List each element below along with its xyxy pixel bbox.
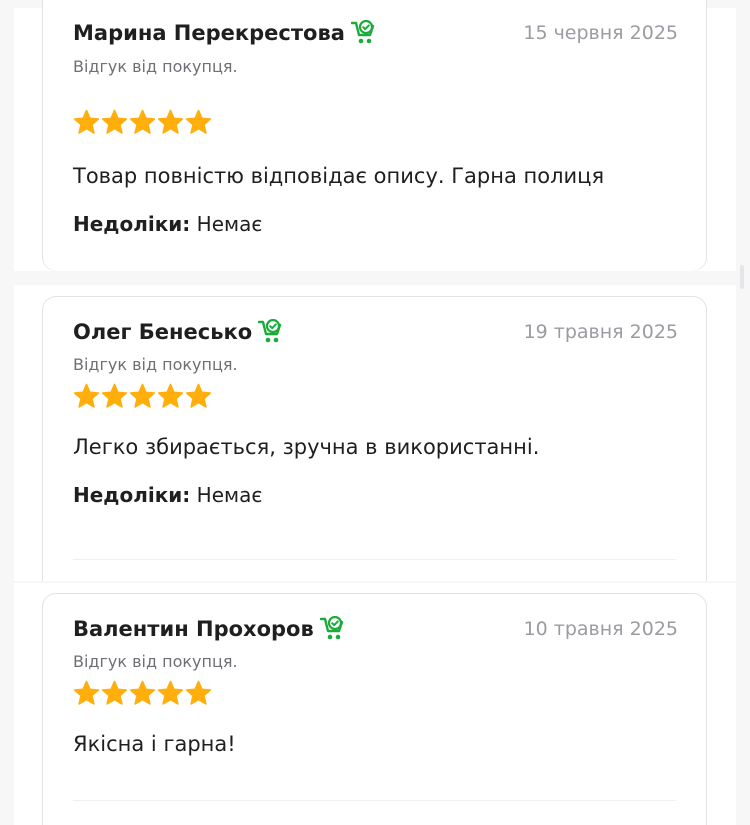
star-icon	[157, 680, 184, 707]
cart-check-icon	[319, 615, 346, 642]
rating-stars	[73, 109, 212, 136]
review-card: Валентин Прохоров 10 травня 2025 Відгук …	[42, 593, 707, 825]
cons-value: Немає	[196, 483, 263, 507]
review-card: Олег Бенесько 19 травня 2025 Відгук від …	[42, 296, 707, 581]
review-text: Товар повністю відповідає опису. Гарна п…	[73, 164, 605, 188]
cart-check-icon	[257, 318, 284, 345]
review-card: Марина Перекрестова 15 червня 2025 Відгу…	[42, 0, 707, 271]
star-icon	[101, 680, 128, 707]
review-author-name: Марина Перекрестова	[73, 21, 345, 45]
review-author-name: Олег Бенесько	[73, 320, 253, 344]
cart-check-icon	[350, 19, 377, 46]
review-author: Олег Бенесько	[73, 318, 284, 345]
review-date: 19 травня 2025	[523, 321, 678, 343]
review-header: Марина Перекрестова 15 червня 2025	[73, 19, 678, 54]
review-cons: Недоліки: Немає	[73, 212, 262, 236]
star-icon	[129, 383, 156, 410]
star-icon	[157, 383, 184, 410]
review-author: Валентин Прохоров	[73, 615, 346, 642]
star-icon	[185, 109, 212, 136]
rating-stars	[73, 680, 212, 707]
card-fade	[43, 255, 706, 271]
review-author: Марина Перекрестова	[73, 19, 377, 46]
review-text: Легко збирається, зручна в використанні.	[73, 435, 540, 459]
star-icon	[101, 383, 128, 410]
star-icon	[185, 383, 212, 410]
verified-buyer-label: Відгук від покупця.	[73, 652, 238, 671]
scrollbar-thumb[interactable]	[740, 265, 744, 289]
star-icon	[129, 680, 156, 707]
cons-label: Недоліки:	[73, 212, 191, 236]
review-header: Валентин Прохоров 10 травня 2025	[73, 615, 678, 650]
star-icon	[185, 680, 212, 707]
review-date: 15 червня 2025	[523, 22, 678, 44]
star-icon	[129, 109, 156, 136]
review-header: Олег Бенесько 19 травня 2025	[73, 318, 678, 353]
cons-label: Недоліки:	[73, 483, 191, 507]
review-date: 10 травня 2025	[523, 618, 678, 640]
card-divider	[73, 800, 676, 801]
reviews-feed: Марина Перекрестова 15 червня 2025 Відгу…	[0, 0, 750, 825]
star-icon	[73, 109, 100, 136]
star-icon	[73, 680, 100, 707]
review-author-name: Валентин Прохоров	[73, 617, 314, 641]
star-icon	[157, 109, 184, 136]
rating-stars	[73, 383, 212, 410]
star-icon	[101, 109, 128, 136]
verified-buyer-label: Відгук від покупця.	[73, 355, 238, 374]
star-icon	[73, 383, 100, 410]
cons-value: Немає	[196, 212, 263, 236]
review-cons: Недоліки: Немає	[73, 483, 262, 507]
review-text: Якісна і гарна!	[73, 732, 236, 756]
verified-buyer-label: Відгук від покупця.	[73, 57, 238, 76]
card-divider	[73, 559, 676, 560]
